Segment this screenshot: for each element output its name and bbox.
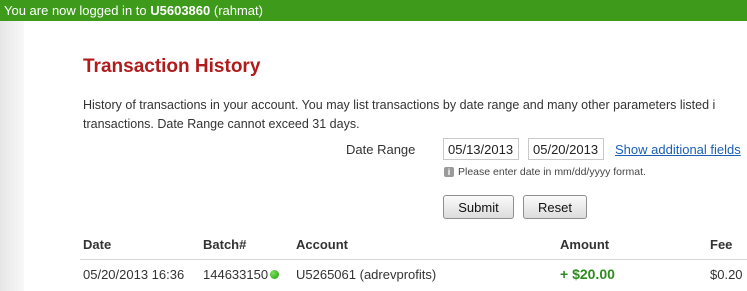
- intro-text: History of transactions in your account.…: [83, 96, 747, 134]
- page-title: Transaction History: [83, 56, 261, 77]
- reset-button[interactable]: Reset: [523, 195, 587, 219]
- column-header-amount[interactable]: Amount: [560, 237, 609, 252]
- login-username: (rahmat): [210, 3, 263, 18]
- status-dot-icon: [270, 270, 279, 279]
- intro-line-1: History of transactions in your account.…: [83, 98, 716, 112]
- account-id: U5603860: [150, 3, 211, 18]
- row-date: 05/20/2013 16:36: [83, 267, 185, 282]
- row-batch-number[interactable]: 144633150: [203, 267, 268, 282]
- intro-line-2: transactions. Date Range cannot exceed 3…: [83, 117, 360, 131]
- column-header-date[interactable]: Date: [83, 237, 111, 252]
- submit-button[interactable]: Submit: [443, 195, 514, 219]
- login-status-bar: You are now logged in to U5603860 (rahma…: [0, 0, 747, 21]
- row-amount: + $20.00: [560, 266, 615, 282]
- login-prefix: You are now logged in to: [4, 3, 151, 18]
- left-sidebar-edge: [0, 21, 24, 291]
- to-date-input[interactable]: [528, 138, 604, 160]
- row-fee: $0.20: [710, 267, 743, 282]
- column-header-batch[interactable]: Batch#: [203, 237, 246, 252]
- login-status-text: You are now logged in to U5603860 (rahma…: [0, 3, 263, 18]
- column-header-account[interactable]: Account: [296, 237, 348, 252]
- date-range-label: Date Range: [346, 142, 416, 157]
- row-account: U5265061 (adrevprofits): [296, 267, 437, 282]
- column-header-fee[interactable]: Fee: [710, 237, 732, 252]
- info-icon: i: [444, 167, 454, 177]
- header-divider: [80, 259, 747, 260]
- date-format-hint: Please enter date in mm/dd/yyyy format.: [458, 166, 646, 178]
- show-additional-fields-link[interactable]: Show additional fields: [615, 142, 741, 157]
- from-date-input[interactable]: [443, 138, 519, 160]
